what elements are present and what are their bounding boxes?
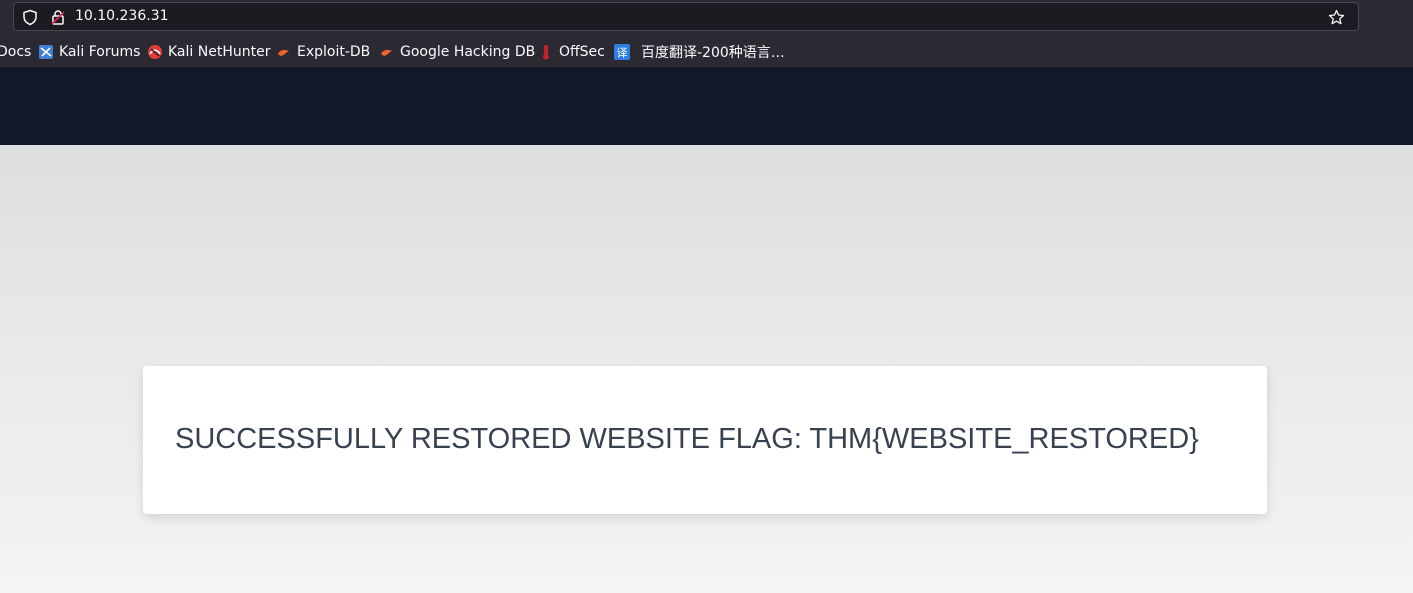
- bookmark-label: OffSec: [559, 44, 605, 60]
- bookmark-star-icon[interactable]: [1328, 9, 1345, 30]
- bookmark-label: Kali NetHunter: [168, 44, 271, 60]
- flag-message: SUCCESSFULLY RESTORED WEBSITE FLAG: THM{…: [175, 423, 1199, 455]
- google-hacking-db-icon: [379, 44, 395, 60]
- flag-card: SUCCESSFULLY RESTORED WEBSITE FLAG: THM{…: [143, 366, 1267, 514]
- bookmark-docs[interactable]: Docs: [0, 43, 31, 61]
- kali-forums-icon: [38, 44, 54, 60]
- baidu-translate-icon: 译: [614, 44, 630, 60]
- bookmark-label: Google Hacking DB: [400, 44, 536, 60]
- url-text[interactable]: 10.10.236.31: [75, 8, 169, 24]
- bookmark-kali-forums[interactable]: Kali Forums: [38, 43, 140, 61]
- bookmark-label: Kali Forums: [59, 44, 141, 60]
- bookmark-label: 百度翻译-200种语言…: [641, 45, 785, 61]
- bookmark-google-hacking-db[interactable]: Google Hacking DB: [379, 43, 535, 61]
- bookmark-offsec[interactable]: OffSec: [538, 43, 605, 61]
- kali-nethunter-icon: [147, 44, 163, 60]
- exploit-db-icon: [276, 44, 292, 60]
- svg-text:译: 译: [617, 47, 628, 60]
- offsec-icon: [538, 44, 554, 60]
- browser-toolbar: 10.10.236.31: [0, 0, 1413, 37]
- bookmark-kali-nethunter[interactable]: Kali NetHunter: [147, 43, 270, 61]
- site-header: [0, 68, 1413, 145]
- page-body: SUCCESSFULLY RESTORED WEBSITE FLAG: THM{…: [0, 145, 1413, 593]
- bookmarks-toolbar: Docs Kali Forums Kali NetHunter Exploit-…: [0, 37, 1413, 68]
- bookmark-exploit-db[interactable]: Exploit-DB: [276, 43, 370, 61]
- bookmark-label: Exploit-DB: [297, 44, 371, 60]
- lock-icon[interactable]: [51, 9, 65, 30]
- bookmark-label: Docs: [0, 44, 32, 60]
- address-bar[interactable]: 10.10.236.31: [13, 2, 1359, 31]
- shield-icon[interactable]: [22, 9, 38, 30]
- bookmark-baidu-translate[interactable]: 译 百度翻译-200种语言…: [614, 43, 785, 61]
